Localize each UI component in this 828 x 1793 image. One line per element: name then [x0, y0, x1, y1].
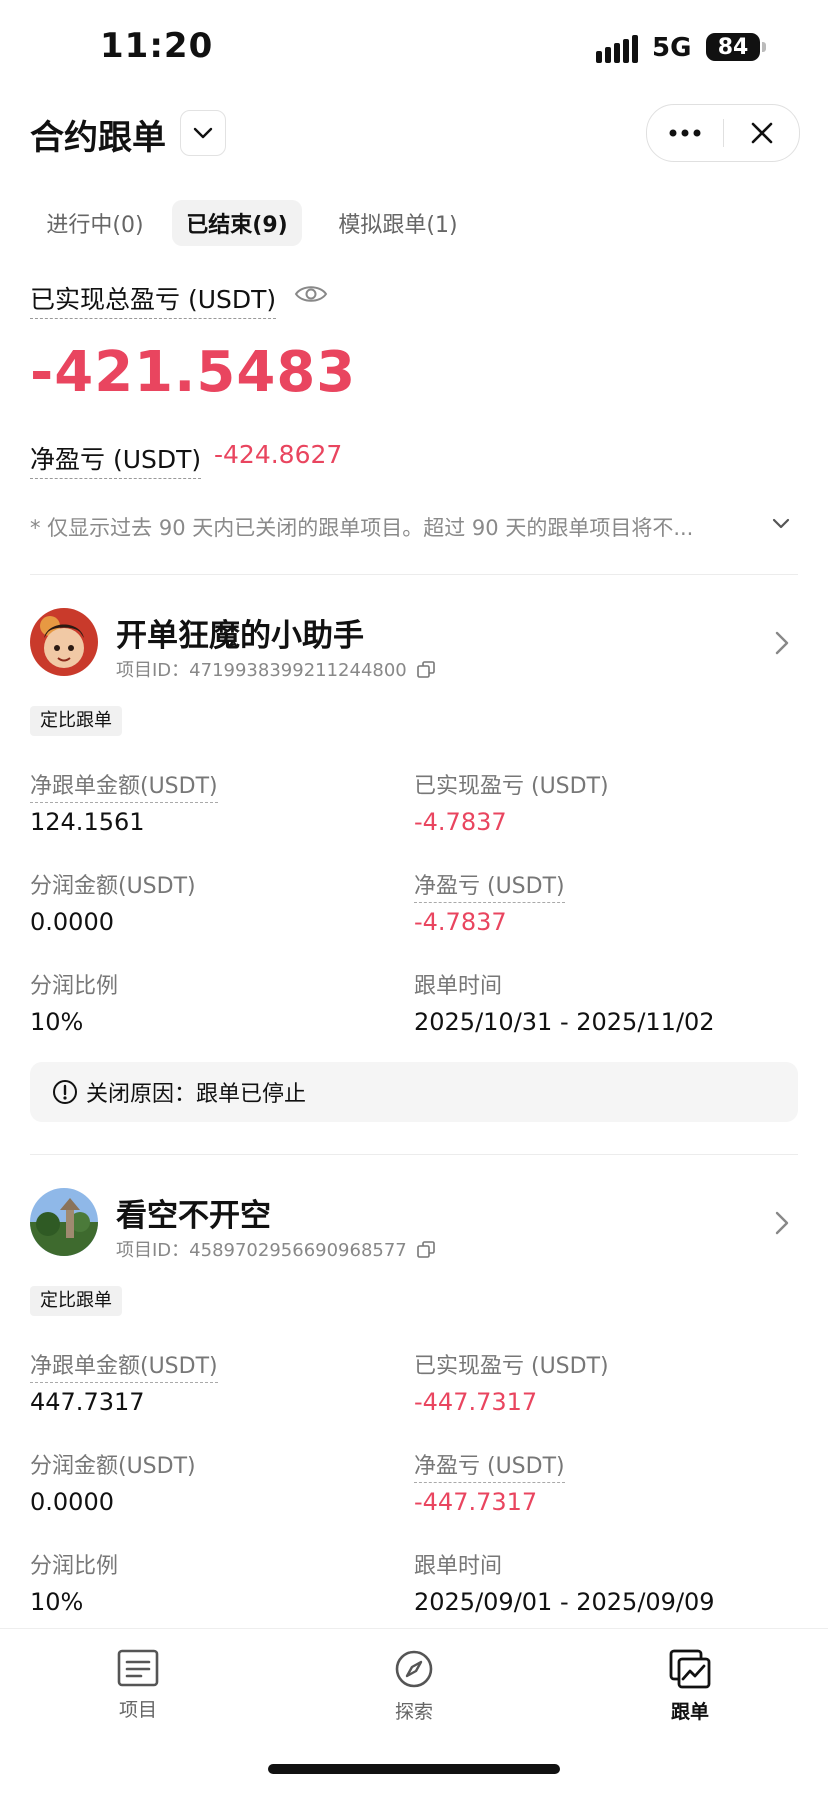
- net-pnl-label[interactable]: 净盈亏 (USDT): [414, 1448, 565, 1483]
- card-detail-button[interactable]: [774, 630, 790, 660]
- nav-label: 跟单: [670, 1701, 709, 1723]
- profit-share-ratio-value: 10%: [30, 1588, 84, 1616]
- realized-total-label[interactable]: 已实现总盈亏 (USDT): [30, 280, 277, 319]
- copy-time-label: 跟单时间: [414, 974, 503, 999]
- battery-icon: 84: [706, 33, 760, 61]
- realized-total-value: -421.5483: [30, 340, 357, 405]
- miniapp-capsule: [646, 104, 800, 162]
- realized-value: -447.7317: [414, 1388, 538, 1416]
- avatar[interactable]: [30, 1188, 98, 1256]
- list-icon: [117, 1649, 159, 1687]
- trader-name[interactable]: 开单狂魔的小助手: [116, 610, 364, 655]
- copy-icon[interactable]: [416, 1241, 435, 1259]
- net-pnl-value: -4.7837: [414, 908, 507, 936]
- note-expand-button[interactable]: [770, 512, 792, 538]
- eye-icon: [294, 286, 328, 302]
- home-indicator[interactable]: [268, 1764, 560, 1774]
- chevron-right-icon: [775, 1211, 789, 1235]
- nav-explore[interactable]: 探索: [354, 1649, 474, 1724]
- close-reason-text: 关闭原因：跟单已停止: [86, 1082, 307, 1107]
- title-dropdown-button[interactable]: [180, 110, 226, 156]
- avatar-image: [30, 608, 98, 676]
- status-time: 11:20: [100, 26, 214, 66]
- net-amount-value: 124.1561: [30, 808, 145, 836]
- mode-badge: 定比跟单: [30, 706, 122, 736]
- eye-toggle[interactable]: [294, 283, 328, 309]
- close-reason-box: 关闭原因：跟单已停止: [30, 1062, 798, 1122]
- tab-ongoing[interactable]: 进行中(0): [30, 200, 160, 246]
- network-type: 5G: [652, 33, 692, 63]
- divider: [30, 1154, 798, 1155]
- copy-time-value: 2025/10/31 - 2025/11/02: [414, 1008, 715, 1036]
- project-id-text: 项目ID：4719938399211244800: [116, 660, 407, 681]
- profit-share-ratio-label: 分润比例: [30, 1554, 119, 1579]
- net-pnl-value: -447.7317: [414, 1488, 538, 1516]
- page-title: 合约跟单: [30, 118, 166, 158]
- signal-icon: [596, 35, 638, 63]
- card-detail-button[interactable]: [774, 1210, 790, 1240]
- copy-time-label: 跟单时间: [414, 1554, 503, 1579]
- nav-label: 项目: [118, 1699, 157, 1721]
- divider: [30, 574, 798, 575]
- trader-name[interactable]: 看空不开空: [116, 1190, 271, 1235]
- chevron-down-icon: [772, 518, 790, 529]
- nav-projects[interactable]: 项目: [78, 1649, 198, 1722]
- mode-badge: 定比跟单: [30, 1286, 122, 1316]
- tab-simulated[interactable]: 模拟跟单(1): [318, 200, 478, 246]
- info-icon: [53, 1080, 77, 1104]
- chevron-right-icon: [775, 631, 789, 655]
- profit-share-amount-value: 0.0000: [30, 908, 114, 936]
- tab-ended[interactable]: 已结束(9): [172, 200, 302, 246]
- more-icon: [669, 129, 701, 137]
- net-pnl-value: -424.8627: [214, 440, 343, 469]
- realized-label: 已实现盈亏 (USDT): [414, 1354, 609, 1379]
- avatar-image: [30, 1188, 98, 1256]
- battery-tip: [762, 42, 766, 52]
- nav-copy-trading[interactable]: 跟单: [630, 1649, 750, 1724]
- chart-copy-icon: [669, 1649, 711, 1689]
- profit-share-ratio-value: 10%: [30, 1008, 84, 1036]
- copy-icon[interactable]: [416, 661, 435, 679]
- chevron-down-icon: [193, 127, 213, 139]
- avatar[interactable]: [30, 608, 98, 676]
- realized-value: -4.7837: [414, 808, 507, 836]
- more-button[interactable]: [647, 105, 723, 161]
- project-id: 项目ID：4589702956690968577: [116, 1236, 435, 1262]
- net-pnl-label[interactable]: 净盈亏 (USDT): [30, 440, 202, 479]
- close-button[interactable]: [724, 105, 799, 161]
- history-note: * 仅显示过去 90 天内已关闭的跟单项目。超过 90 天的跟单项目将不...: [30, 516, 694, 540]
- copy-time-value: 2025/09/01 - 2025/09/09: [414, 1588, 715, 1616]
- compass-icon: [395, 1650, 433, 1688]
- net-amount-label[interactable]: 净跟单金额(USDT): [30, 768, 218, 803]
- net-amount-value: 447.7317: [30, 1388, 145, 1416]
- net-amount-label[interactable]: 净跟单金额(USDT): [30, 1348, 218, 1383]
- project-id: 项目ID：4719938399211244800: [116, 656, 435, 682]
- project-id-text: 项目ID：4589702956690968577: [116, 1240, 407, 1261]
- close-icon: [751, 122, 772, 144]
- net-pnl-label[interactable]: 净盈亏 (USDT): [414, 868, 565, 903]
- realized-label: 已实现盈亏 (USDT): [414, 774, 609, 799]
- profit-share-amount-label: 分润金额(USDT): [30, 874, 196, 899]
- profit-share-amount-value: 0.0000: [30, 1488, 114, 1516]
- nav-label: 探索: [394, 1701, 433, 1723]
- profit-share-amount-label: 分润金额(USDT): [30, 1454, 196, 1479]
- profit-share-ratio-label: 分润比例: [30, 974, 119, 999]
